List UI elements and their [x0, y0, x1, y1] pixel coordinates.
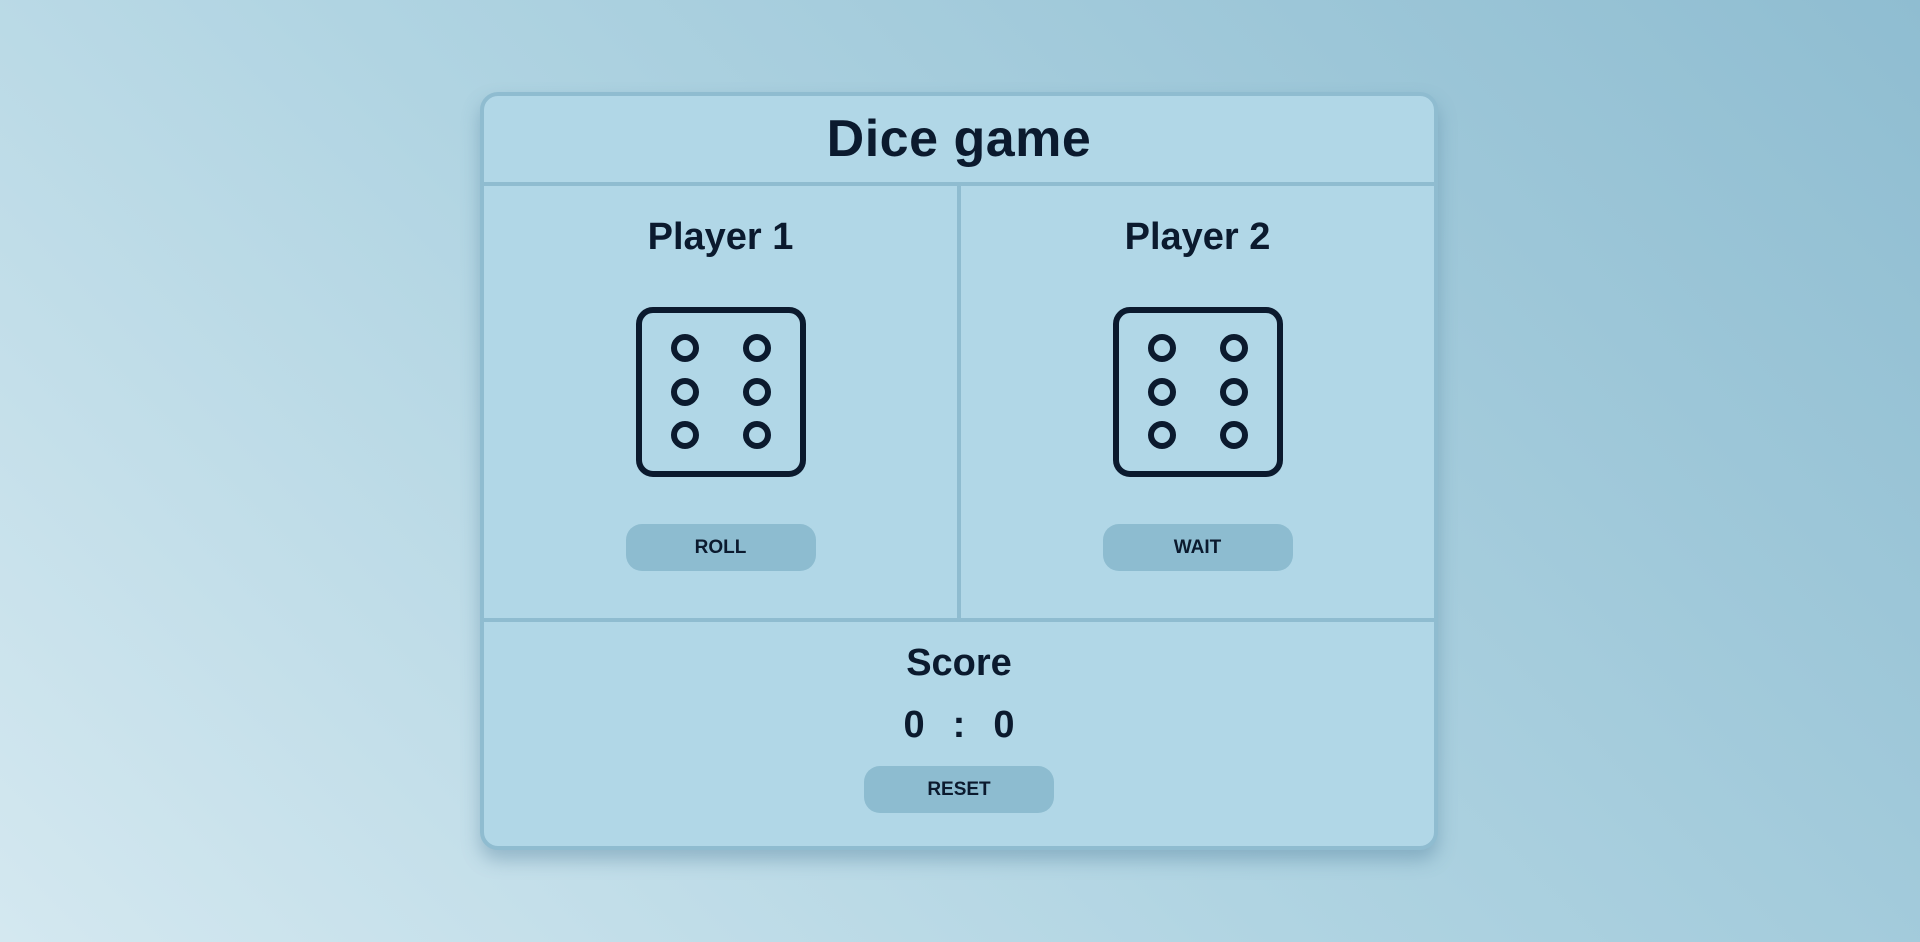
score-separator: : — [952, 704, 966, 746]
reset-button[interactable]: RESET — [864, 766, 1054, 813]
player-1-score: 0 — [903, 704, 925, 746]
header: Dice game — [484, 96, 1434, 186]
dice-six-icon — [1112, 307, 1283, 477]
score-display: 0 : 0 — [484, 704, 1434, 747]
dice-six-icon — [635, 307, 806, 477]
player-1-name: Player 1 — [647, 216, 794, 258]
player-2-panel: Player 2 WAIT — [957, 186, 1434, 618]
player-1-panel: Player 1 ROLL — [484, 186, 957, 618]
wait-button[interactable]: WAIT — [1102, 524, 1293, 571]
score-section: Score 0 : 0 RESET — [484, 622, 1434, 846]
score-title: Score — [906, 642, 1012, 684]
player-2-score: 0 — [993, 704, 1015, 746]
page-title: Dice game — [826, 110, 1092, 168]
players-area: Player 1 ROLL Player 2 WAIT — [484, 186, 1434, 622]
game-card: Dice game Player 1 ROLL Player 2 WAIT Sc… — [480, 92, 1438, 850]
player-2-name: Player 2 — [1124, 216, 1271, 258]
roll-button[interactable]: ROLL — [625, 524, 816, 571]
